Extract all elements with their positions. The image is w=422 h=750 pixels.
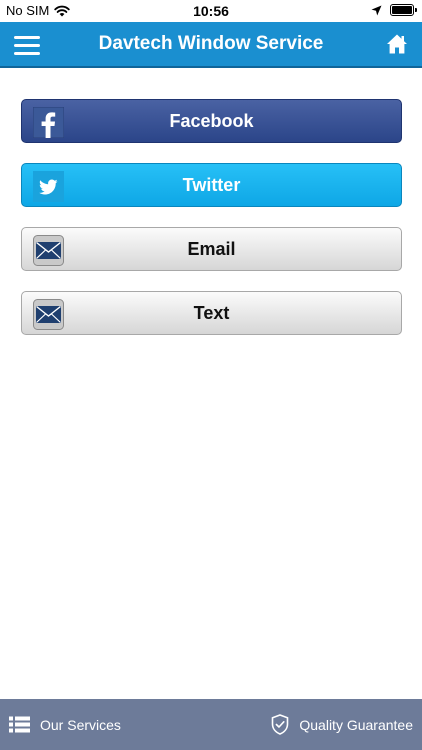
twitter-share-label: Twitter <box>182 174 241 195</box>
email-share-button[interactable]: Email <box>21 227 402 271</box>
twitter-icon <box>33 171 64 202</box>
shield-check-icon <box>272 714 289 735</box>
text-share-button[interactable]: Text <box>21 291 402 335</box>
battery-icon <box>390 4 417 16</box>
list-icon <box>9 716 30 733</box>
screen: No SIM 10:56 Davtech Window Service Face… <box>0 0 422 750</box>
email-share-label: Email <box>187 238 236 259</box>
status-time: 10:56 <box>193 3 229 19</box>
page-title: Davtech Window Service <box>98 33 324 54</box>
tab-our-services[interactable]: Our Services <box>9 699 121 750</box>
text-share-label: Text <box>193 302 230 323</box>
bottom-tab-bar: Our Services Quality Guarantee <box>0 699 422 750</box>
tab-quality-guarantee[interactable]: Quality Guarantee <box>271 699 413 750</box>
twitter-share-button[interactable]: Twitter <box>21 163 402 207</box>
location-arrow-icon <box>371 5 382 15</box>
envelope-icon <box>33 299 64 330</box>
share-button-list: Facebook Twitter Email Text <box>21 99 402 355</box>
tab-our-services-label: Our Services <box>40 716 121 733</box>
envelope-icon <box>33 235 64 266</box>
facebook-share-label: Facebook <box>169 110 254 131</box>
facebook-share-button[interactable]: Facebook <box>21 99 402 143</box>
status-right <box>371 4 417 16</box>
home-icon[interactable] <box>386 33 408 55</box>
tab-quality-guarantee-label: Quality Guarantee <box>299 716 413 733</box>
facebook-icon <box>33 107 64 138</box>
status-bar: No SIM 10:56 <box>0 0 422 22</box>
nav-bar: Davtech Window Service <box>0 22 422 68</box>
